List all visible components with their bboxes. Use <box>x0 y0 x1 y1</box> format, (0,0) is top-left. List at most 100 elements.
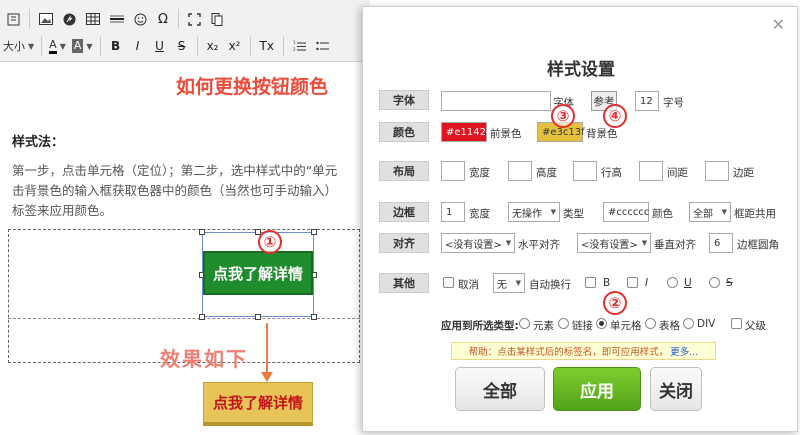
close-icon[interactable]: ✕ <box>772 15 785 34</box>
margin-input[interactable] <box>705 161 729 181</box>
flash-icon[interactable] <box>58 8 81 30</box>
layout-width-input[interactable] <box>441 161 465 181</box>
all-button[interactable]: 全部 <box>455 367 545 411</box>
label-layout[interactable]: 布局 <box>379 161 429 181</box>
special-char-icon[interactable]: Ω <box>152 8 174 30</box>
font-size-select[interactable]: 大小 ▼ <box>0 36 37 56</box>
toolbar-divider <box>178 9 179 29</box>
apply-link-radio[interactable] <box>558 318 569 329</box>
help-more-link[interactable]: 更多... <box>670 344 698 358</box>
cancel-checkbox[interactable] <box>443 277 454 288</box>
apply-parent-checkbox[interactable] <box>731 318 742 329</box>
apply-element-text: 元素 <box>533 320 554 332</box>
toolbar-divider <box>196 36 198 56</box>
cancel-text: 取消 <box>458 279 479 291</box>
step-marker-1: ① <box>258 230 282 254</box>
border-color-input[interactable]: #cccccc <box>603 202 649 222</box>
resize-handle[interactable] <box>311 314 317 320</box>
border-radius-input[interactable]: 6 <box>709 233 733 253</box>
help-bar: 帮助：点击某样式后的标签名，即可应用样式， 更多... <box>451 342 716 360</box>
horizontal-align-text: 水平对齐 <box>518 239 560 251</box>
label-font[interactable]: 字体 <box>379 90 429 110</box>
superscript-button[interactable]: x² <box>224 35 246 57</box>
toolbar-row-1: Ω <box>0 7 228 31</box>
image-icon[interactable] <box>34 8 58 30</box>
paste-icon[interactable] <box>2 8 25 30</box>
layout-height-input[interactable] <box>508 161 532 181</box>
label-border[interactable]: 边框 <box>379 202 429 222</box>
apply-link-text: 链接 <box>572 320 593 332</box>
apply-table-radio[interactable] <box>645 318 656 329</box>
border-width-input[interactable]: 1 <box>441 202 465 222</box>
yellow-detail-button[interactable]: 点我了解详情 <box>203 382 313 426</box>
chevron-down-icon: ▼ <box>28 41 35 51</box>
foreground-color-input[interactable]: #e11420 <box>441 122 492 142</box>
apply-button[interactable]: 应用 <box>553 367 641 411</box>
label-color[interactable]: 颜色 <box>379 122 429 142</box>
chevron-down-icon: ▼ <box>505 239 512 247</box>
italic-checkbox[interactable] <box>627 277 638 288</box>
underline-button[interactable]: U <box>149 35 171 57</box>
font-color-select[interactable]: A ▼ <box>46 36 69 56</box>
margin-text: 边距 <box>733 167 754 179</box>
horizontal-align-value: <没有设置> <box>445 239 502 251</box>
svg-text:1: 1 <box>293 40 296 45</box>
resize-handle[interactable] <box>199 314 205 320</box>
underline-radio[interactable] <box>667 277 678 288</box>
border-share-select[interactable]: 全部 ▼ <box>689 202 731 222</box>
chevron-down-icon: ▼ <box>721 208 727 216</box>
resize-handle[interactable] <box>311 229 317 235</box>
resize-handle[interactable] <box>255 314 261 320</box>
green-detail-button[interactable]: 点我了解详情 <box>203 251 313 295</box>
resize-handle[interactable] <box>199 229 205 235</box>
strike-radio[interactable] <box>709 277 720 288</box>
italic-button[interactable]: I <box>127 35 149 57</box>
apply-cell-text: 单元格 <box>610 320 642 332</box>
dialog-title: 样式设置 <box>547 60 615 80</box>
apply-table-text: 表格 <box>659 320 680 332</box>
clear-format-button[interactable]: Tx <box>255 35 279 57</box>
apply-cell-radio[interactable] <box>596 318 607 329</box>
font-family-input[interactable] <box>441 91 551 111</box>
border-share-value: 全部 <box>693 208 713 220</box>
font-size-text: 字号 <box>663 97 684 109</box>
font-size-input[interactable]: 12 <box>635 91 659 111</box>
line-height-input[interactable] <box>573 161 597 181</box>
border-type-select[interactable]: 无操作 ▼ <box>508 202 560 222</box>
bold-checkbox[interactable] <box>585 277 596 288</box>
vertical-align-select[interactable]: <没有设置> ▼ <box>577 233 651 253</box>
bold-text: B <box>603 277 611 289</box>
horizontal-rule-icon[interactable] <box>105 8 129 30</box>
preview-icon[interactable] <box>206 8 228 30</box>
word-wrap-select[interactable]: 无 ▼ <box>493 273 525 293</box>
table-icon[interactable] <box>81 8 105 30</box>
underline-text: U <box>684 277 692 289</box>
strikethrough-button[interactable]: S <box>171 35 193 57</box>
label-align[interactable]: 对齐 <box>379 233 429 253</box>
italic-text: I <box>645 277 649 289</box>
apply-div-radio[interactable] <box>683 318 694 329</box>
label-other[interactable]: 其他 <box>379 273 429 293</box>
bg-color-select[interactable]: A ▼ <box>69 36 96 56</box>
close-button[interactable]: 关闭 <box>650 367 702 411</box>
apply-element-radio[interactable] <box>519 318 530 329</box>
layout-width-text: 宽度 <box>469 167 490 179</box>
toolbar-divider <box>99 36 101 56</box>
subscript-button[interactable]: x₂ <box>202 35 224 57</box>
horizontal-align-select[interactable]: <没有设置> ▼ <box>441 233 515 253</box>
step-marker-3: ③ <box>551 104 575 128</box>
emoji-icon[interactable] <box>129 8 152 30</box>
ordered-list-icon[interactable]: 12 <box>288 35 311 57</box>
effect-label: 效果如下 <box>160 347 248 371</box>
step-marker-4: ④ <box>603 104 627 128</box>
bold-button[interactable]: B <box>105 35 127 57</box>
fullscreen-icon[interactable] <box>183 8 206 30</box>
chevron-down-icon: ▼ <box>86 41 93 51</box>
border-type-text: 类型 <box>563 208 584 220</box>
spacing-input[interactable] <box>639 161 663 181</box>
unordered-list-icon[interactable] <box>311 35 334 57</box>
editor-toolbar: Ω 大小 ▼ A ▼ A ▼ B I U S x₂ x² Tx 1 2 <box>0 0 370 62</box>
chevron-down-icon: ▼ <box>59 41 66 51</box>
chevron-down-icon: ▼ <box>550 208 556 216</box>
toolbar-divider <box>249 36 251 56</box>
